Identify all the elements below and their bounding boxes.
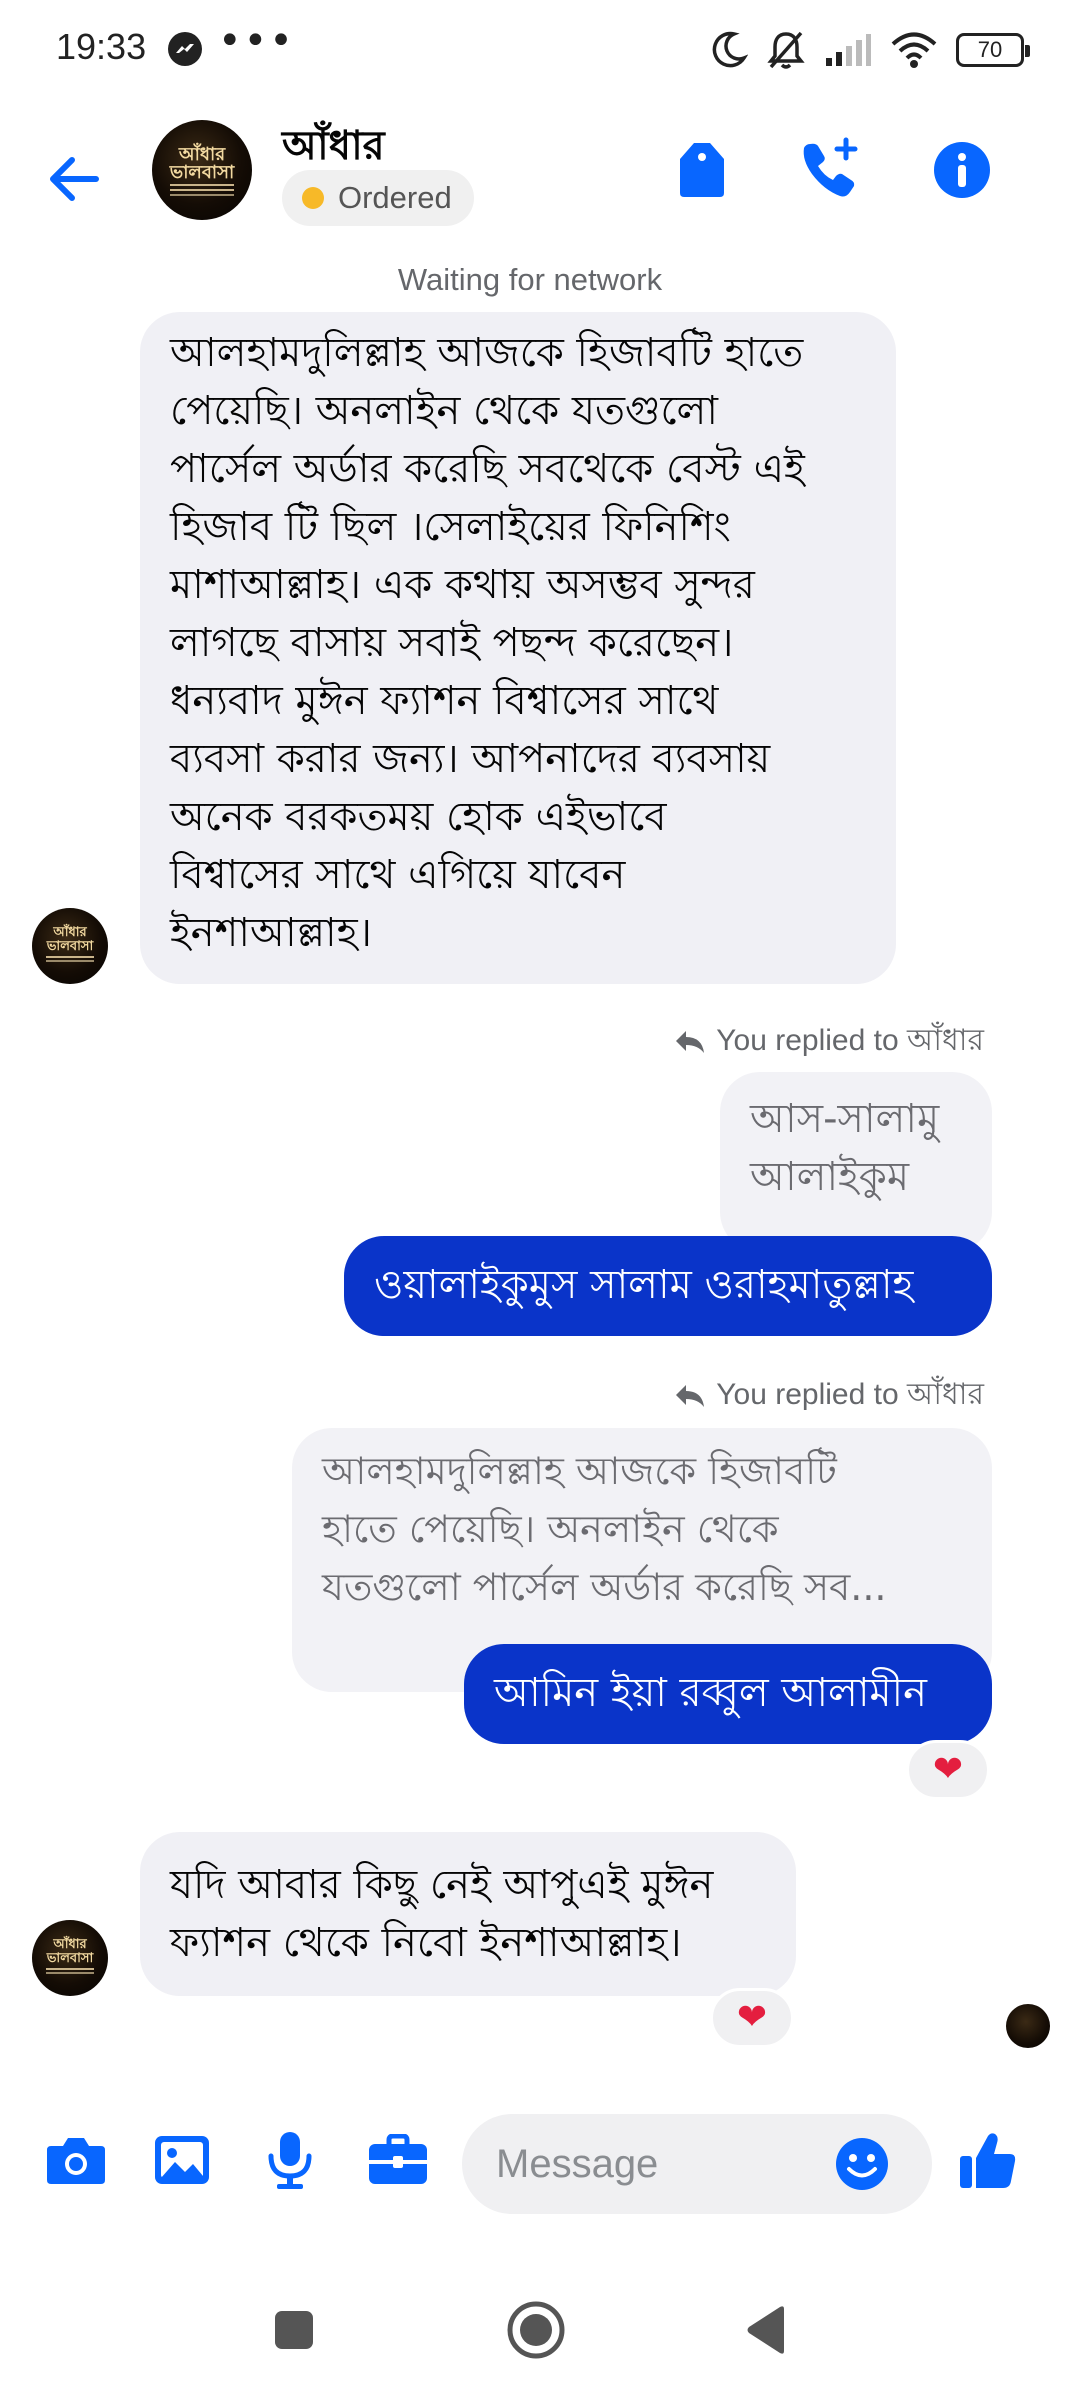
heart-reaction-icon: ❤ bbox=[932, 1749, 964, 1790]
cellular-signal-icon bbox=[826, 34, 871, 66]
sender-avatar[interactable]: আঁধার ভালবাসা bbox=[32, 1920, 108, 1996]
reply-context-note: You replied to আঁধার bbox=[674, 1370, 984, 1421]
order-status-label: Ordered bbox=[338, 180, 452, 215]
reply-note-text: You replied to আঁধার bbox=[716, 1378, 984, 1411]
status-dot bbox=[302, 187, 324, 209]
microphone-icon bbox=[268, 2132, 312, 2189]
heart-reaction-icon: ❤ bbox=[736, 1997, 768, 2038]
back-nav-button[interactable] bbox=[726, 2290, 806, 2370]
battery-indicator: 70 bbox=[956, 33, 1030, 67]
square-icon bbox=[275, 2311, 313, 2349]
message-line: বিশ্বাসের সাথে এগিয়ে যাবেন bbox=[170, 852, 626, 898]
message-line: পার্সেল অর্ডার করেছি সবথেকে বেস্ট এই bbox=[170, 446, 805, 492]
quote-line: যতগুলো পার্সেল অর্ডার করেছি সব... bbox=[322, 1565, 887, 1609]
seen-by-avatar bbox=[1006, 2004, 1050, 2048]
message-line: ধন্যবাদ মুঈন ফ্যাশন বিশ্বাসের সাথে bbox=[170, 678, 719, 724]
avatar-logo-text: আঁধার ভালবাসা bbox=[46, 1937, 94, 1966]
message-line: মাশাআল্লাহ। এক কথায় অসম্ভব সুন্দর bbox=[170, 562, 755, 608]
thumbs-up-icon bbox=[960, 2133, 1016, 2188]
quote-line: আস-সালামু bbox=[750, 1096, 940, 1142]
reaction-badge[interactable]: ❤ bbox=[906, 1740, 990, 1800]
reply-note-text: You replied to আঁধার bbox=[716, 1024, 984, 1057]
arrow-left-icon bbox=[50, 157, 99, 201]
phone-plus-icon bbox=[803, 137, 858, 197]
reply-context-note: You replied to আঁধার bbox=[674, 1016, 984, 1067]
voice-message-button[interactable] bbox=[250, 2120, 330, 2200]
wifi-icon bbox=[891, 32, 937, 68]
sender-avatar[interactable]: আঁধার ভালবাসা bbox=[32, 908, 108, 984]
outgoing-message[interactable]: আমিন ইয়া রব্বুল আলামীন bbox=[464, 1644, 992, 1744]
contact-avatar[interactable]: আঁধার ভালবাসা bbox=[152, 120, 252, 220]
network-status-notice: Waiting for network bbox=[397, 262, 663, 297]
gallery-button[interactable] bbox=[142, 2120, 222, 2200]
audio-call-button[interactable] bbox=[790, 130, 870, 210]
message-text: ওয়ালাইকুমুস সালাম ওরাহমাতুল্লাহ bbox=[374, 1262, 914, 1308]
message-line: ফ্যাশন থেকে নিবো ইনশাআল্লাহ। bbox=[170, 1920, 682, 1966]
incoming-message[interactable]: যদি আবার কিছু নেই আপুএই মুঈন ফ্যাশন থেকে… bbox=[140, 1832, 796, 1996]
circle-home-icon bbox=[507, 2301, 565, 2359]
chat-header: আঁধার ভালবাসা আঁধার Ordered bbox=[0, 100, 1080, 260]
status-bar: 19:33 ••• 70 bbox=[0, 0, 1080, 100]
incoming-message[interactable]: আলহামদুলিল্লাহ আজকে হিজাবটি হাতে পেয়েছি… bbox=[140, 312, 896, 984]
quote-line: আলহামদুলিল্লাহ আজকে হিজাবটি bbox=[322, 1449, 837, 1493]
message-composer bbox=[0, 2100, 1080, 2220]
message-line: ব্যবসা করার জন্য। আপনাদের ব্যবসায় bbox=[170, 736, 771, 782]
message-line: আলহামদুলিল্লাহ আজকে হিজাবটি হাতে bbox=[170, 330, 804, 376]
message-line: অনেক বরকতময় হোক এইভাবে bbox=[170, 794, 667, 840]
system-navigation-bar bbox=[0, 2270, 1080, 2400]
back-button[interactable] bbox=[40, 144, 110, 214]
emoji-icon[interactable] bbox=[834, 2136, 890, 2192]
order-status-badge[interactable]: Ordered bbox=[282, 170, 474, 226]
messenger-notification-icon bbox=[168, 32, 202, 66]
message-line: হিজাব টি ছিল ।সেলাইয়ের ফিনিশিং bbox=[170, 504, 731, 550]
reply-arrow-icon bbox=[676, 1030, 705, 1053]
bell-muted-icon bbox=[767, 31, 805, 69]
tag-icon bbox=[680, 143, 724, 197]
more-notifications-icon: ••• bbox=[218, 18, 295, 64]
message-line: পেয়েছি। অনলাইন থেকে যতগুলো bbox=[170, 388, 718, 434]
quoted-message[interactable]: আস-সালামু আলাইকুম bbox=[720, 1072, 992, 1252]
outgoing-message[interactable]: ওয়ালাইকুমুস সালাম ওরাহমাতুল্লাহ bbox=[344, 1236, 992, 1336]
reaction-badge[interactable]: ❤ bbox=[710, 1988, 794, 2048]
info-icon bbox=[934, 142, 990, 198]
message-line: ইনশাআল্লাহ। bbox=[170, 910, 372, 956]
home-button[interactable] bbox=[496, 2290, 576, 2370]
clock: 19:33 bbox=[56, 26, 147, 67]
message-line: যদি আবার কিছু নেই আপুএই মুঈন bbox=[170, 1862, 714, 1908]
camera-icon bbox=[47, 2138, 105, 2184]
message-text: আমিন ইয়া রব্বুল আলামীন bbox=[494, 1670, 927, 1716]
triangle-back-icon bbox=[747, 2306, 784, 2354]
recent-apps-button[interactable] bbox=[254, 2290, 334, 2370]
avatar-logo-text: আঁধার ভালবাসা bbox=[169, 144, 235, 183]
message-input-container[interactable] bbox=[462, 2114, 932, 2214]
business-tools-button[interactable] bbox=[358, 2120, 438, 2200]
quote-line: হাতে পেয়েছি। অনলাইন থেকে bbox=[322, 1507, 779, 1551]
message-line: লাগছে বাসায় সবাই পছন্দ করেছেন। bbox=[170, 620, 734, 666]
do-not-disturb-moon-icon bbox=[712, 31, 748, 68]
conversation-info-button[interactable] bbox=[922, 130, 1002, 210]
camera-button[interactable] bbox=[36, 2120, 116, 2200]
briefcase-icon bbox=[369, 2134, 427, 2184]
like-button[interactable] bbox=[948, 2120, 1028, 2200]
message-input[interactable] bbox=[496, 2138, 826, 2190]
image-icon bbox=[155, 2136, 209, 2184]
avatar-logo-text: আঁধার ভালবাসা bbox=[46, 925, 94, 954]
quote-line: আলাইকুম bbox=[750, 1154, 910, 1200]
label-tag-button[interactable] bbox=[662, 130, 742, 210]
reply-arrow-icon bbox=[676, 1384, 705, 1407]
